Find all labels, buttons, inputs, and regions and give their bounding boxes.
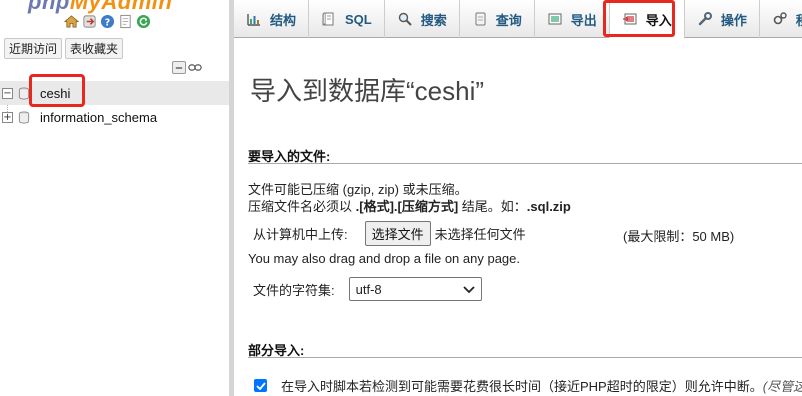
tab-sql[interactable]: SQL bbox=[309, 0, 385, 38]
svg-text:?: ? bbox=[105, 17, 110, 28]
routines-icon bbox=[772, 11, 788, 27]
partial-import-row: 在导入时脚本若检测到可能需要花费很长时间（接近PHP超时的限定）则允许中断。(尽… bbox=[254, 376, 802, 395]
tab-label: 搜索 bbox=[420, 12, 447, 28]
navigation-panel: phpMyAdmin ? 近期访问 表收藏夹 − ceshi + informa… bbox=[0, 0, 229, 396]
tab-label: 导出 bbox=[570, 12, 597, 28]
expand-node-icon[interactable]: + bbox=[2, 111, 13, 123]
tab-label: SQL bbox=[345, 11, 372, 27]
tab-label: 结构 bbox=[270, 12, 297, 28]
page-title: 导入到数据库“ceshi” bbox=[250, 76, 485, 106]
database-item-ceshi[interactable]: − ceshi bbox=[0, 81, 229, 105]
upload-label: 从计算机中上传: bbox=[253, 227, 348, 242]
tab-routines[interactable]: 程 bbox=[760, 0, 802, 38]
charset-label: 文件的字符集: bbox=[253, 282, 335, 298]
database-item-information-schema[interactable]: + information_schema bbox=[0, 105, 229, 129]
drag-drop-hint: You may also drag and drop a file on any… bbox=[248, 251, 520, 266]
tab-query[interactable]: 查询 bbox=[460, 0, 535, 38]
phpmyadmin-logo[interactable]: phpMyAdmin bbox=[28, 0, 172, 15]
tab-structure[interactable]: 结构 bbox=[234, 0, 310, 38]
app-root: phpMyAdmin ? 近期访问 表收藏夹 − ceshi + informa… bbox=[0, 0, 802, 396]
filename-format-note: 压缩文件名必须以 .[格式].[压缩方式] 结尾。如：.sql.zip bbox=[248, 196, 571, 215]
exit-icon[interactable] bbox=[82, 14, 97, 29]
allow-interrupt-label[interactable]: 在导入时脚本若检测到可能需要花费很长时间（接近PHP超时的限定）则允许中断。(尽… bbox=[281, 376, 802, 395]
charset-select[interactable]: utf-8 bbox=[348, 277, 482, 301]
wrench-icon bbox=[697, 11, 713, 27]
export-icon bbox=[547, 11, 563, 27]
database-label[interactable]: ceshi bbox=[40, 86, 70, 101]
main-content: 导入到数据库“ceshi” 要导入的文件: 文件可能已压缩 (gzip, zip… bbox=[234, 39, 802, 396]
tab-export[interactable]: 导出 bbox=[535, 0, 610, 38]
docs-icon[interactable] bbox=[118, 14, 133, 29]
no-file-text: 未选择任何文件 bbox=[434, 227, 526, 242]
tab-label: 导入 bbox=[645, 12, 672, 28]
format-note-example: .sql.zip bbox=[526, 199, 571, 214]
recent-button[interactable]: 近期访问 bbox=[4, 38, 63, 59]
tab-import[interactable]: 导入 bbox=[609, 0, 685, 39]
allow-interrupt-text: 在导入时脚本若检测到可能需要花费很长时间（接近PHP超时的限定）则允许中断。 bbox=[281, 379, 763, 394]
nav-icon-bar: ? bbox=[64, 14, 151, 29]
tab-label: 程 bbox=[796, 10, 802, 29]
nav-buttons: 近期访问 表收藏夹 bbox=[4, 38, 124, 59]
logo-text-accent: MyAdmin bbox=[69, 0, 173, 14]
choose-file-button[interactable]: 选择文件 bbox=[364, 221, 431, 246]
collapse-all-icon[interactable] bbox=[172, 61, 186, 74]
chevron-down-icon bbox=[462, 282, 475, 297]
tab-search[interactable]: 搜索 bbox=[385, 0, 460, 38]
allow-interrupt-checkbox[interactable] bbox=[254, 379, 267, 392]
sql-icon bbox=[321, 11, 337, 27]
format-note-bold: .[格式].[压缩方式] bbox=[355, 199, 459, 214]
format-note-text-2: 结尾。如： bbox=[458, 199, 527, 214]
format-note-text: 压缩文件名必须以 bbox=[248, 199, 356, 214]
help-icon[interactable]: ? bbox=[100, 14, 115, 29]
charset-value: utf-8 bbox=[355, 281, 382, 297]
allow-interrupt-note: (尽管这 bbox=[762, 379, 802, 394]
logo-text: php bbox=[28, 0, 70, 14]
database-label[interactable]: information_schema bbox=[40, 110, 157, 125]
tree-tools bbox=[172, 61, 202, 74]
query-icon bbox=[472, 11, 488, 27]
structure-icon bbox=[246, 11, 262, 27]
home-icon[interactable] bbox=[64, 14, 79, 29]
tab-operations[interactable]: 操作 bbox=[685, 0, 760, 38]
database-icon bbox=[18, 110, 30, 124]
search-icon bbox=[397, 11, 413, 27]
collapse-node-icon[interactable]: − bbox=[2, 87, 13, 99]
tab-label: 操作 bbox=[720, 12, 747, 28]
upload-row: 从计算机中上传: 选择文件 未选择任何文件 bbox=[253, 221, 526, 246]
link-icon[interactable] bbox=[188, 61, 202, 74]
reload-icon[interactable] bbox=[136, 14, 151, 29]
database-tree: − ceshi + information_schema bbox=[0, 81, 229, 129]
charset-row: 文件的字符集: utf-8 bbox=[253, 277, 482, 301]
tab-label: 查询 bbox=[495, 12, 522, 28]
database-icon bbox=[18, 86, 30, 100]
tab-bar: 结构 SQL 搜索 查询 导出 导入 操作 bbox=[234, 0, 802, 39]
section-divider bbox=[248, 357, 802, 358]
max-size-note: (最大限制：50 MB) bbox=[623, 229, 735, 244]
import-icon bbox=[622, 11, 638, 27]
section-divider bbox=[248, 163, 802, 164]
favorites-button[interactable]: 表收藏夹 bbox=[65, 38, 124, 59]
